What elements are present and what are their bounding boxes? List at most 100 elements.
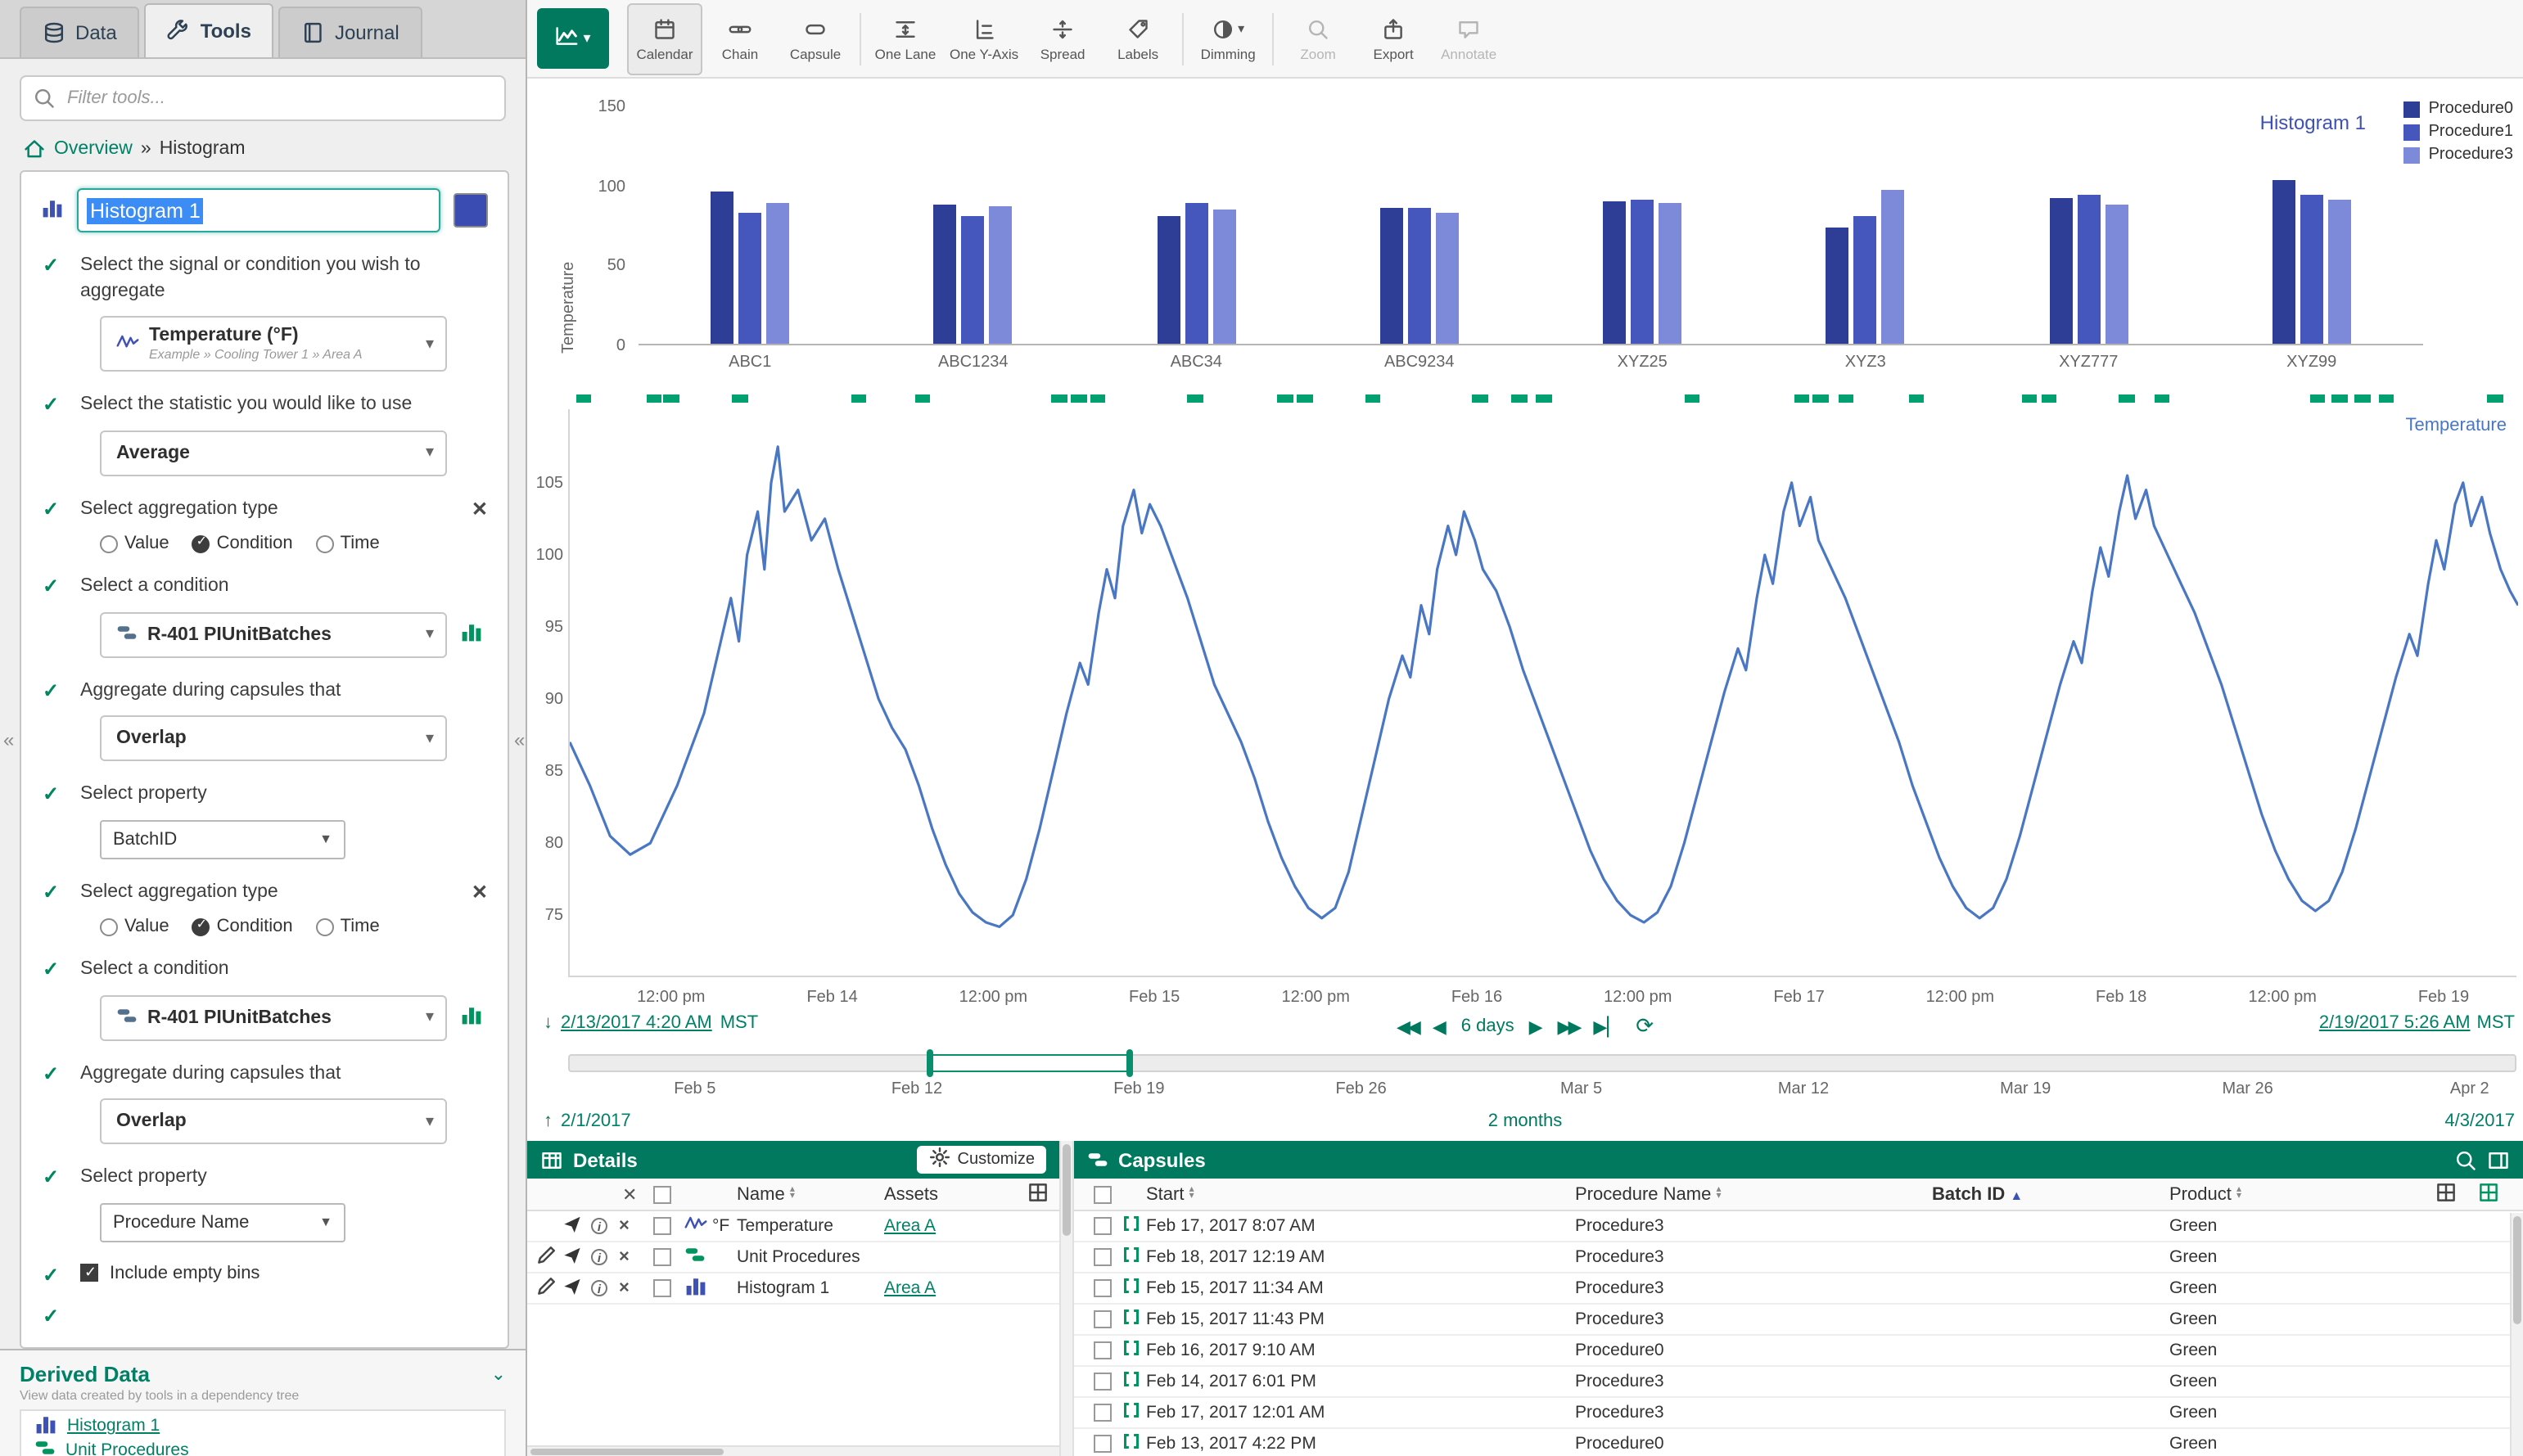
capsules-col-procedure[interactable]: Procedure Name ▴▾	[1575, 1184, 1721, 1204]
filter-tools-input[interactable]	[20, 75, 506, 121]
statistic-select[interactable]: Average ▾	[100, 430, 447, 476]
capsule-row[interactable]: Feb 15, 2017 11:34 AMProcedure3Green	[1074, 1273, 2523, 1305]
info-icon[interactable]: i	[591, 1280, 607, 1296]
range-duration[interactable]: 6 days	[1461, 1016, 1514, 1036]
row-checkbox[interactable]	[653, 1217, 671, 1235]
derived-item-link[interactable]: Unit Procedures	[65, 1440, 189, 1456]
capsule-row[interactable]: Feb 14, 2017 6:01 PMProcedure3Green	[1074, 1367, 2523, 1398]
details-vertical-scrollbar[interactable]	[1059, 1141, 1074, 1456]
capsule-row[interactable]: Feb 13, 2017 4:22 PMProcedure0Green	[1074, 1429, 2523, 1456]
radio-circle-value[interactable]	[100, 534, 118, 552]
remove-icon[interactable]: ×	[619, 1216, 630, 1236]
radio-value[interactable]: Value	[100, 534, 169, 553]
capsule-row[interactable]: Feb 16, 2017 9:10 AMProcedure0Green	[1074, 1336, 2523, 1367]
capsules-select-all-checkbox[interactable]	[1094, 1185, 1112, 1203]
radio-time[interactable]: Time	[316, 534, 380, 553]
step-back-fast-button[interactable]: ◀◀	[1397, 1016, 1418, 1037]
details-row[interactable]: i×°FTemperatureArea A	[527, 1211, 1059, 1242]
info-icon[interactable]: i	[591, 1218, 607, 1234]
window-right-handle[interactable]	[1126, 1049, 1132, 1077]
row-checkbox[interactable]	[1094, 1404, 1112, 1422]
asset-link[interactable]: Area A	[884, 1278, 936, 1298]
capsules-col-product[interactable]: Product ▴▾	[2169, 1184, 2241, 1204]
row-checkbox[interactable]	[1094, 1373, 1112, 1391]
refresh-button[interactable]: ⟳	[1636, 1013, 1654, 1039]
during-select-1[interactable]: Overlap ▾	[100, 715, 447, 761]
investigate-duration[interactable]: 2 months	[1488, 1111, 1563, 1131]
magnifier-icon[interactable]	[2454, 1148, 2477, 1171]
details-col-name[interactable]: Name ▴▾	[737, 1184, 795, 1204]
include-empty-bins-checkbox[interactable]	[80, 1264, 98, 1282]
row-checkbox[interactable]	[1094, 1310, 1112, 1328]
remove-step-icon[interactable]: ✕	[472, 880, 488, 903]
customize-button[interactable]: Customize	[917, 1146, 1047, 1174]
radio-circle-condition[interactable]	[192, 534, 210, 552]
chevron-down-icon[interactable]: ⌄	[491, 1363, 506, 1384]
capsules-col-start[interactable]: Start ▴▾	[1146, 1184, 1194, 1204]
radio-time[interactable]: Time	[316, 917, 380, 936]
property-select-2[interactable]: Procedure Name ▼	[100, 1202, 345, 1242]
details-row[interactable]: i×Unit Procedures	[527, 1242, 1059, 1273]
capsules-grid-icon[interactable]	[2477, 1180, 2500, 1208]
toolbar-button-capsule[interactable]: Capsule	[778, 2, 853, 74]
toolbar-button-one-lane[interactable]: One Lane	[868, 2, 943, 74]
capsule-row[interactable]: Feb 15, 2017 11:43 PMProcedure3Green	[1074, 1305, 2523, 1336]
capsules-col-batch-sorted[interactable]: Batch ID ▲	[1932, 1184, 2023, 1204]
toolbar-button-chain[interactable]: Chain	[702, 2, 778, 74]
remove-icon[interactable]: ×	[619, 1278, 630, 1298]
radio-value[interactable]: Value	[100, 917, 169, 936]
radio-circle-time[interactable]	[316, 917, 334, 935]
remove-icon[interactable]: ×	[619, 1247, 630, 1267]
radio-condition[interactable]: Condition	[192, 917, 293, 936]
send-icon[interactable]	[563, 1215, 581, 1237]
condition-select-1[interactable]: R-401 PIUnitBatches ▾	[100, 611, 447, 657]
radio-circle-condition[interactable]	[192, 917, 210, 935]
capsule-row[interactable]: Feb 17, 2017 12:01 AMProcedure3Green	[1074, 1398, 2523, 1429]
details-row[interactable]: i×Histogram 1Area A	[527, 1273, 1059, 1305]
capsules-columns-icon[interactable]	[2435, 1180, 2458, 1208]
investigate-selected-window[interactable]	[930, 1054, 1129, 1072]
toolbar-button-export[interactable]: Export	[1356, 2, 1431, 74]
histogram-chart[interactable]	[639, 106, 2423, 345]
row-checkbox[interactable]	[1094, 1435, 1112, 1453]
collapse-left-handle[interactable]: «	[3, 728, 14, 751]
details-horizontal-scrollbar[interactable]	[527, 1445, 1059, 1456]
trend-chart[interactable]	[568, 409, 2516, 977]
tool-name-input[interactable]: Histogram 1	[77, 188, 440, 232]
tab-tools[interactable]: Tools	[145, 3, 274, 57]
breadcrumb-overview-link[interactable]: Overview	[54, 139, 133, 159]
signal-select[interactable]: Temperature (°F) Example » Cooling Tower…	[100, 316, 447, 372]
investigate-timebar[interactable]	[568, 1054, 2516, 1072]
color-swatch-button[interactable]	[454, 193, 488, 228]
asset-link[interactable]: Area A	[884, 1216, 936, 1236]
row-checkbox[interactable]	[653, 1279, 671, 1297]
remove-all-icon[interactable]: ✕	[622, 1183, 637, 1205]
details-col-assets[interactable]: Assets	[884, 1184, 938, 1204]
remove-step-icon[interactable]: ✕	[472, 497, 488, 520]
row-checkbox[interactable]	[1094, 1217, 1112, 1235]
panel-layout-icon[interactable]	[2487, 1148, 2510, 1171]
add-column-icon[interactable]	[1027, 1180, 1049, 1208]
row-checkbox[interactable]	[1094, 1248, 1112, 1266]
collapse-sidebar-handle[interactable]: «	[514, 728, 525, 751]
info-icon[interactable]: i	[591, 1249, 607, 1265]
radio-circle-value[interactable]	[100, 917, 118, 935]
during-select-2[interactable]: Overlap ▾	[100, 1098, 447, 1144]
range-end-link[interactable]: 2/19/2017 5:26 AM	[2319, 1013, 2471, 1033]
capsules-vertical-scrollbar[interactable]	[2510, 1213, 2523, 1456]
radio-circle-time[interactable]	[316, 534, 334, 552]
property-select-1[interactable]: BatchID ▼	[100, 819, 345, 859]
step-back-button[interactable]: ◀	[1433, 1016, 1447, 1037]
capsule-row[interactable]: Feb 17, 2017 8:07 AMProcedure3Green	[1074, 1211, 2523, 1242]
toolbar-button-labels[interactable]: Labels	[1100, 2, 1176, 74]
tab-data[interactable]: Data	[20, 7, 140, 57]
investigate-end[interactable]: 4/3/2017	[2444, 1111, 2515, 1131]
toolbar-button-calendar[interactable]: Calendar	[627, 2, 702, 74]
send-icon[interactable]	[563, 1246, 581, 1269]
toolbar-button-one-y-axis[interactable]: One Y-Axis	[943, 2, 1025, 74]
edit-icon[interactable]	[535, 1274, 558, 1302]
radio-condition[interactable]: Condition	[192, 534, 293, 553]
row-checkbox[interactable]	[1094, 1341, 1112, 1359]
step-to-end-button[interactable]: ▶▏	[1593, 1016, 1621, 1037]
send-icon[interactable]	[563, 1277, 581, 1300]
